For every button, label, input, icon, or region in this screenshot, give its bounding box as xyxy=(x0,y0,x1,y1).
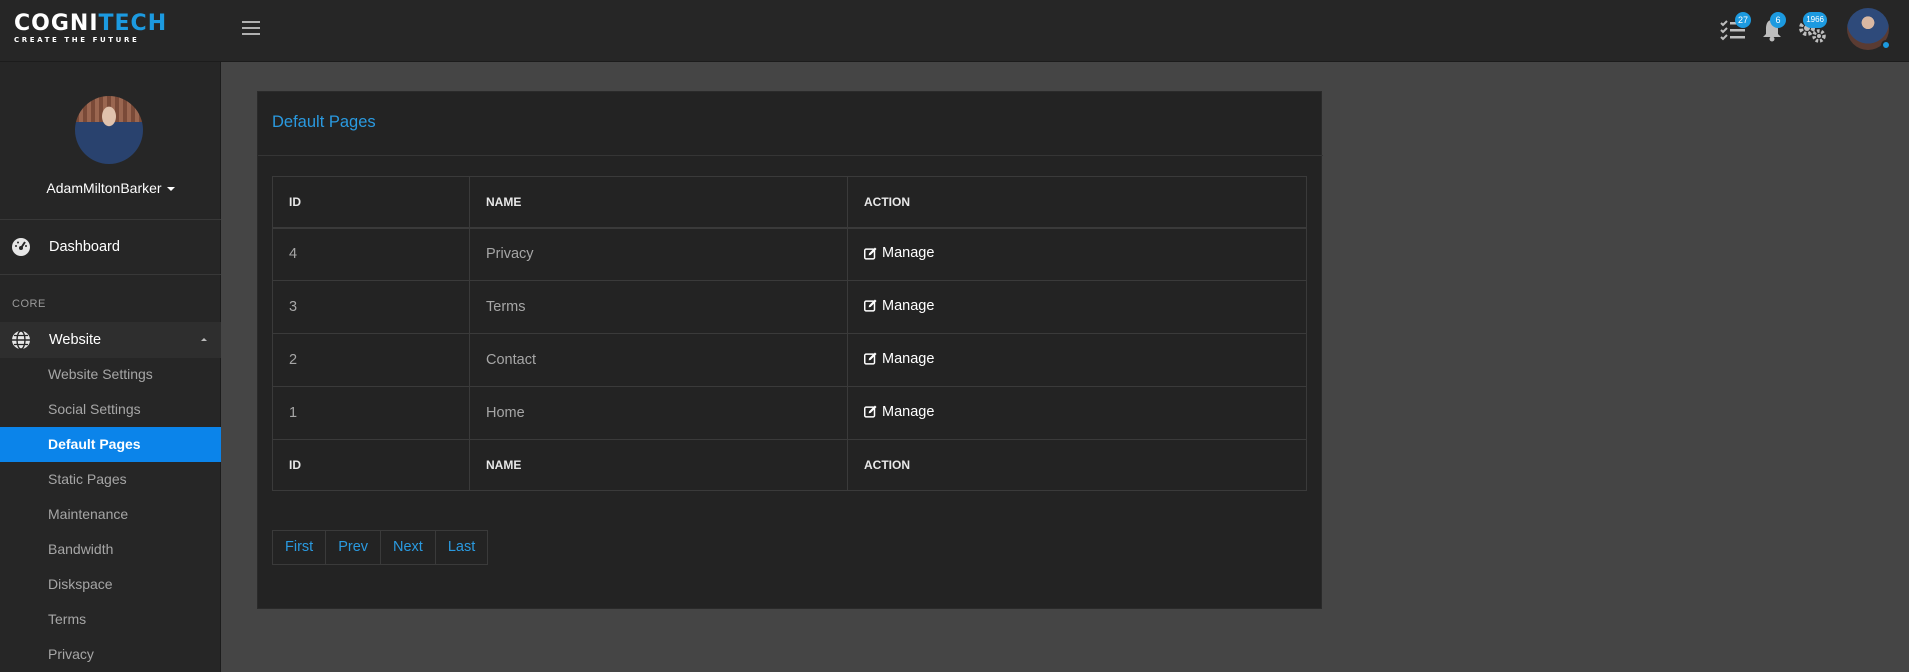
top-navbar: COGNITECH CREATE THE FUTURE 27 6 1966 xyxy=(0,0,1909,62)
default-pages-card: Default Pages ID NAME ACTION 4 Privacy M… xyxy=(257,91,1323,609)
manage-label: Manage xyxy=(882,350,935,367)
manage-link[interactable]: Manage xyxy=(864,298,934,314)
cell-id: 3 xyxy=(272,280,470,334)
edit-icon xyxy=(864,405,877,418)
tachometer-icon xyxy=(12,238,30,256)
menu-toggle-icon[interactable] xyxy=(242,21,260,35)
tasks-badge: 27 xyxy=(1734,12,1751,28)
sidebar-item-privacy[interactable]: Privacy xyxy=(0,637,221,672)
globe-icon xyxy=(12,330,30,350)
sidebar-item-website[interactable]: Website xyxy=(0,322,221,358)
online-status-dot xyxy=(1881,40,1891,50)
sidebar-item-label: Dashboard xyxy=(49,239,120,255)
sidebar-item-maintenance[interactable]: Maintenance xyxy=(0,497,221,532)
table-row: 2 Contact Manage xyxy=(272,333,1307,387)
pagination: First Prev Next Last xyxy=(272,530,489,565)
edit-icon xyxy=(864,352,877,365)
column-footer-name: NAME xyxy=(469,439,848,491)
brand-logo[interactable]: COGNITECH CREATE THE FUTURE xyxy=(14,11,168,45)
cell-name: Contact xyxy=(469,333,848,387)
notifications-badge: 6 xyxy=(1770,12,1786,28)
sidebar-item-diskspace[interactable]: Diskspace xyxy=(0,567,221,602)
sidebar-item-social-settings[interactable]: Social Settings xyxy=(0,392,221,427)
cell-action: Manage xyxy=(847,386,1307,440)
table-row: 1 Home Manage xyxy=(272,386,1307,440)
sidebar: AdamMiltonBarker Dashboard CORE Website … xyxy=(0,62,221,672)
chevron-up-icon xyxy=(201,338,207,341)
card-divider xyxy=(258,155,1323,156)
profile-name: AdamMiltonBarker xyxy=(46,180,162,196)
cell-id: 4 xyxy=(272,227,470,281)
table-row: 4 Privacy Manage xyxy=(272,227,1307,281)
cell-id: 2 xyxy=(272,333,470,387)
pagination-prev-button[interactable]: Prev xyxy=(325,530,382,565)
column-footer-action: ACTION xyxy=(847,439,1307,491)
column-footer-id: ID xyxy=(272,439,470,491)
sidebar-divider xyxy=(0,274,221,275)
column-header-id[interactable]: ID xyxy=(272,176,470,229)
pagination-last-button[interactable]: Last xyxy=(434,530,489,565)
manage-label: Manage xyxy=(882,297,935,314)
logo-tagline: CREATE THE FUTURE xyxy=(14,36,140,44)
page-title: Default Pages xyxy=(272,113,376,131)
sidebar-item-static-pages[interactable]: Static Pages xyxy=(0,462,221,497)
column-header-name[interactable]: NAME xyxy=(469,176,848,229)
pagination-next-button[interactable]: Next xyxy=(380,530,436,565)
website-submenu: Website Settings Social Settings Default… xyxy=(0,357,221,672)
section-label-core: CORE xyxy=(12,298,46,310)
manage-label: Manage xyxy=(882,403,935,420)
sidebar-item-terms[interactable]: Terms xyxy=(0,602,221,637)
cell-action: Manage xyxy=(847,280,1307,334)
tasks-button[interactable]: 27 xyxy=(1719,12,1751,44)
manage-link[interactable]: Manage xyxy=(864,404,934,420)
settings-button[interactable]: 1966 xyxy=(1797,12,1827,44)
table-header-row: ID NAME ACTION xyxy=(272,176,1307,229)
settings-badge: 1966 xyxy=(1803,12,1827,28)
cell-id: 1 xyxy=(272,386,470,440)
cell-name: Home xyxy=(469,386,848,440)
cell-action: Manage xyxy=(847,333,1307,387)
edit-icon xyxy=(864,299,877,312)
cell-action: Manage xyxy=(847,227,1307,281)
sidebar-item-label: Website xyxy=(49,332,102,348)
cell-name: Terms xyxy=(469,280,848,334)
caret-down-icon xyxy=(166,187,175,192)
notifications-button[interactable]: 6 xyxy=(1760,12,1788,44)
column-header-action[interactable]: ACTION xyxy=(847,176,1307,229)
sidebar-item-website-settings[interactable]: Website Settings xyxy=(0,357,221,392)
profile-avatar xyxy=(75,96,143,164)
manage-link[interactable]: Manage xyxy=(864,351,934,367)
sidebar-item-default-pages[interactable]: Default Pages xyxy=(0,427,221,462)
cell-name: Privacy xyxy=(469,227,848,281)
pagination-first-button[interactable]: First xyxy=(272,530,327,565)
user-avatar-menu[interactable] xyxy=(1847,8,1891,50)
sidebar-item-dashboard[interactable]: Dashboard xyxy=(0,229,221,265)
table-footer-row: ID NAME ACTION xyxy=(272,439,1307,491)
manage-link[interactable]: Manage xyxy=(864,245,934,261)
manage-label: Manage xyxy=(882,245,935,261)
pages-table: ID NAME ACTION 4 Privacy Manage 3 Terms xyxy=(272,176,1307,491)
sidebar-item-bandwidth[interactable]: Bandwidth xyxy=(0,532,221,567)
table-row: 3 Terms Manage xyxy=(272,280,1307,334)
edit-icon xyxy=(864,246,877,260)
sidebar-divider xyxy=(0,219,221,220)
logo-wordmark: COGNITECH xyxy=(14,11,168,36)
profile-name-dropdown[interactable]: AdamMiltonBarker xyxy=(0,180,221,196)
